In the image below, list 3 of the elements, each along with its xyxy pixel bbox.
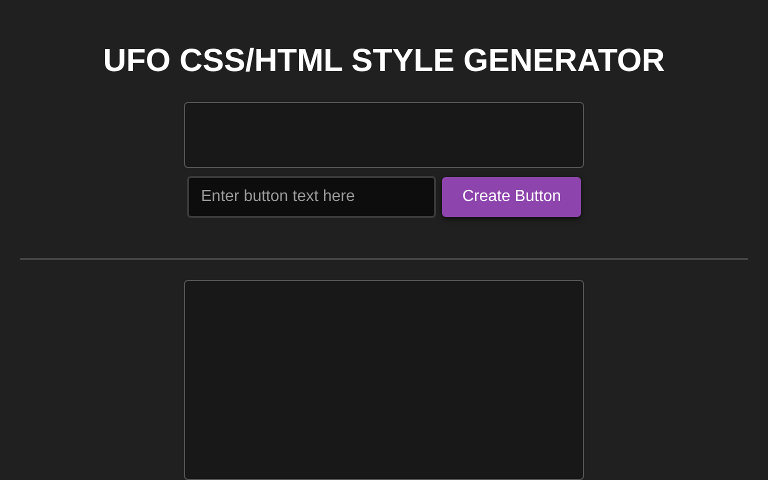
page-title: UFO CSS/HTML STYLE GENERATOR [103, 41, 665, 79]
create-button[interactable]: Create Button [442, 177, 581, 217]
text-input-field[interactable]: Enter button text here [187, 176, 436, 218]
